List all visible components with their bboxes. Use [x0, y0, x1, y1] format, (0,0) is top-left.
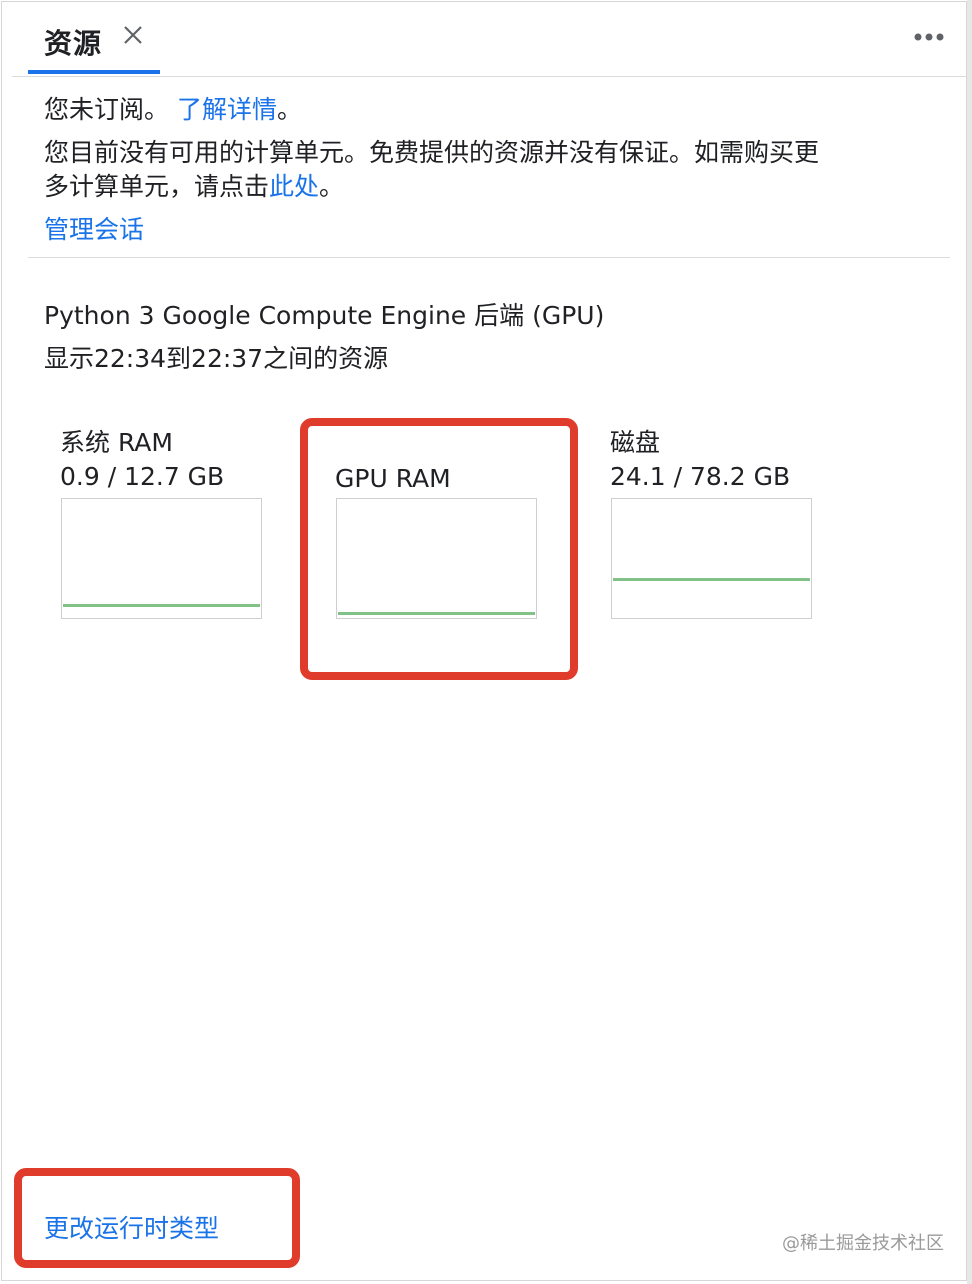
backend-name: Python 3 Google Compute Engine 后端 (GPU)	[44, 301, 605, 330]
system-ram-usage: 0.9 / 12.7 GB	[60, 462, 225, 491]
click-here-link[interactable]: 此处	[269, 172, 319, 201]
system-ram-chart	[61, 498, 262, 619]
section-divider	[28, 257, 950, 258]
window-edge-shadow	[967, 0, 972, 1284]
system-ram-section: 系统 RAM 0.9 / 12.7 GB	[60, 426, 265, 494]
system-ram-usage-line	[63, 604, 260, 607]
header-divider	[12, 76, 966, 77]
subscription-status: 您未订阅。 了解详情。	[44, 94, 302, 126]
no-units-line-2-suffix: 。	[319, 172, 345, 201]
learn-more-link[interactable]: 了解详情	[177, 95, 277, 124]
disk-usage: 24.1 / 78.2 GB	[610, 462, 791, 491]
learn-more-suffix: 。	[277, 95, 303, 124]
tab-resources[interactable]: 资源	[28, 10, 160, 76]
no-units-line-2: 多计算单元，请点击此处。	[44, 171, 344, 203]
close-icon[interactable]	[118, 20, 148, 50]
gpu-ram-highlight-box	[300, 418, 578, 680]
watermark: @稀土掘金技术社区	[782, 1233, 944, 1254]
more-options-icon[interactable]	[908, 22, 948, 52]
no-units-line-1: 您目前没有可用的计算单元。免费提供的资源并没有保证。如需购买更	[44, 138, 820, 167]
manage-sessions-link[interactable]: 管理会话	[44, 214, 144, 246]
disk-section: 磁盘 24.1 / 78.2 GB	[610, 426, 815, 494]
disk-chart	[611, 498, 812, 619]
not-subscribed-text: 您未订阅。	[44, 95, 170, 124]
active-tab-indicator	[28, 70, 160, 74]
change-runtime-highlight-box	[14, 1168, 300, 1268]
disk-usage-line	[613, 578, 810, 581]
tab-resources-label: 资源	[44, 27, 103, 60]
no-units-line-2-text: 多计算单元，请点击	[44, 172, 270, 201]
resource-time-range: 显示22:34到22:37之间的资源	[44, 344, 389, 373]
disk-label: 磁盘	[610, 428, 661, 457]
system-ram-label: 系统 RAM	[60, 428, 173, 457]
